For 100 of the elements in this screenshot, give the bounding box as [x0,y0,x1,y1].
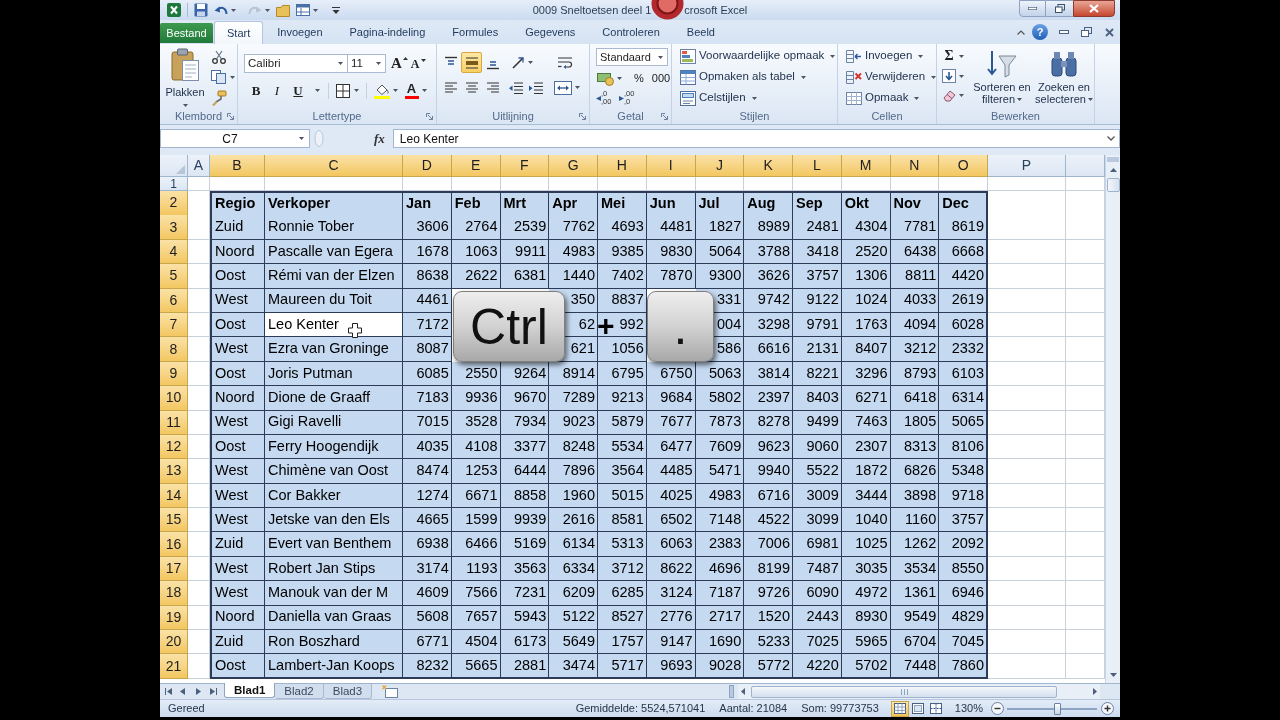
cells-menu-button[interactable]: Verwijderen [846,68,936,86]
ribbon-tab[interactable]: Beeld [673,21,728,44]
dialog-launcher-icon[interactable] [661,113,668,120]
row-header[interactable]: 8 [160,337,188,362]
borders-icon[interactable] [336,83,350,98]
formula-field[interactable]: Leo Kenter [392,129,1120,148]
caret-icon[interactable] [265,8,270,12]
row-header[interactable]: 12 [160,434,188,460]
caret-icon[interactable] [575,86,580,89]
row-header[interactable]: 5 [160,264,188,289]
bold-button[interactable]: B [247,81,265,100]
caret-icon[interactable] [617,76,622,80]
number-format-dropdown[interactable]: Standaard [596,48,668,66]
undo-icon[interactable] [214,4,228,16]
percent-button[interactable]: % [634,72,644,84]
sheet-tab[interactable]: Blad1 [224,683,276,698]
ribbon-collapse-icon[interactable] [1017,29,1025,35]
column-header[interactable]: E [451,155,501,177]
merge-cells-icon[interactable] [554,80,572,95]
dialog-launcher-icon[interactable] [227,113,234,120]
fill-down-icon[interactable] [942,69,956,83]
row-header[interactable]: 3 [160,215,188,240]
caret-icon[interactable] [959,54,964,58]
font-size-dropdown[interactable]: 11 [348,54,386,73]
cells-menu-button[interactable]: Invoegen [846,47,936,65]
app-logo-icon[interactable] [167,3,181,17]
horizontal-scrollbar[interactable] [738,684,1100,699]
scissors-icon[interactable] [211,50,227,64]
row-header[interactable]: 19 [160,605,188,631]
row-header[interactable]: 17 [160,556,188,582]
copy-icon[interactable] [211,70,227,84]
row-header[interactable]: 16 [160,532,188,557]
caret-icon[interactable] [422,89,427,92]
scroll-right-icon[interactable] [1093,688,1097,695]
folder-icon[interactable] [276,3,290,17]
scroll-left-icon[interactable] [741,688,745,695]
column-header[interactable]: K [744,155,793,177]
column-header[interactable]: B [210,155,265,177]
format-painter-icon[interactable] [211,90,227,106]
column-header[interactable]: I [646,155,696,177]
caret-icon[interactable] [959,74,964,78]
row-header[interactable]: 7 [160,312,188,338]
previous-sheet-icon[interactable] [180,688,185,695]
currency-icon[interactable] [597,70,614,86]
wrap-text-icon[interactable] [557,55,573,70]
sheet-tab[interactable]: Blad3 [323,684,373,699]
maximize-button[interactable] [1046,0,1073,17]
zoom-out-icon[interactable] [991,702,1004,715]
orientation-icon[interactable] [511,55,525,70]
row-header[interactable]: 15 [160,508,188,533]
sort-filter-button[interactable]: Sorteren en filteren [972,47,1032,107]
scroll-thumb[interactable] [1106,178,1120,192]
row-header[interactable]: 6 [160,288,188,313]
column-header[interactable]: L [793,155,842,177]
row-header[interactable]: 4 [160,239,188,265]
find-select-button[interactable]: Zoeken en selecteren [1034,47,1094,107]
scroll-up-icon[interactable] [1109,168,1117,172]
row-header[interactable]: 9 [160,361,188,387]
insert-function-button[interactable]: fx [374,129,385,148]
underline-button[interactable]: U [289,81,307,100]
zoom-level[interactable]: 130% [954,700,983,717]
column-header[interactable]: N [890,155,940,177]
font-color-button[interactable]: A [404,81,419,100]
paste-button[interactable]: Plakken [163,45,207,107]
column-header[interactable]: C [265,155,403,177]
styles-menu-button[interactable]: Opmaken als tabel [680,68,837,86]
row-header[interactable]: 10 [160,386,188,411]
italic-button[interactable]: I [268,81,286,100]
row-header[interactable]: 14 [160,483,188,509]
font-name-dropdown[interactable]: Calibri [244,54,348,73]
sheet-tab[interactable]: Blad2 [275,684,324,699]
split-handle[interactable] [1107,157,1119,162]
row-header[interactable]: 20 [160,630,188,655]
row-header[interactable]: 11 [160,410,188,435]
decrease-indent-icon[interactable] [508,80,524,95]
name-box[interactable]: C7 [160,129,310,148]
customize-icon[interactable] [332,6,340,14]
column-header[interactable]: P [988,155,1066,177]
split-handle[interactable] [729,685,734,698]
ribbon-tab[interactable]: Pagina-indeling [336,21,439,44]
save-icon[interactable] [194,3,208,17]
close-button[interactable] [1073,0,1115,17]
grow-font-button[interactable]: A [391,54,408,73]
column-header[interactable]: M [841,155,891,177]
dialog-launcher-icon[interactable] [579,113,586,120]
caret-icon[interactable] [528,61,533,64]
ribbon-tab[interactable]: Formules [439,21,512,44]
zoom-in-icon[interactable] [1101,702,1114,715]
eraser-icon[interactable] [942,88,956,102]
column-header[interactable]: J [695,155,745,177]
row-header[interactable]: 18 [160,581,188,606]
scroll-down-icon[interactable] [1109,673,1117,677]
row-header[interactable]: 1 [160,177,188,191]
workbook-restore-icon[interactable] [1081,27,1092,37]
increase-indent-icon[interactable] [528,80,544,95]
view-button[interactable] [890,700,909,717]
next-sheet-icon[interactable] [196,688,201,695]
row-header[interactable]: 13 [160,459,188,484]
column-header[interactable]: G [549,155,598,177]
column-header[interactable]: O [939,155,988,177]
